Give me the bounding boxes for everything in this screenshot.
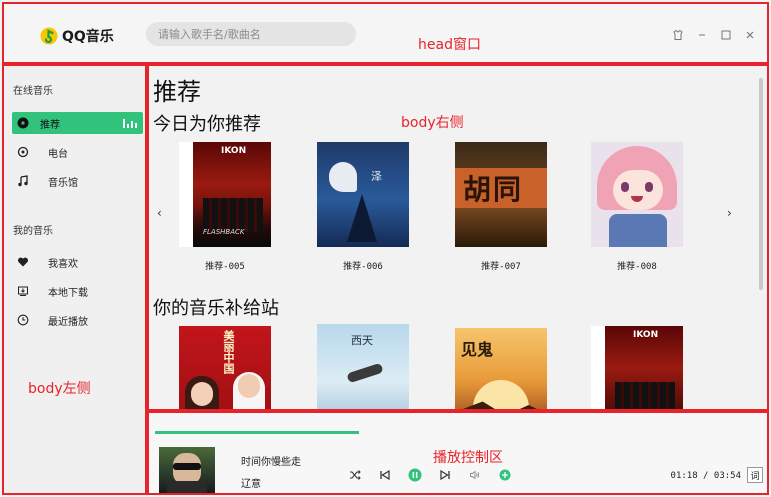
- album-label[interactable]: 推荐-008: [591, 259, 683, 272]
- progress-bar[interactable]: [155, 431, 359, 434]
- music-note-icon: [16, 174, 30, 188]
- sidebar-item-label: 音乐馆: [48, 177, 78, 189]
- album-card[interactable]: 美丽中国: [179, 326, 271, 409]
- playing-bars-icon: [123, 118, 137, 128]
- head-region-label: head窗口: [418, 37, 481, 53]
- album-cover[interactable]: [591, 142, 683, 247]
- cover-text: 胡同: [463, 173, 524, 206]
- sidebar-item-radio[interactable]: 电台: [12, 141, 143, 163]
- sidebar-item-recent[interactable]: 最近播放: [12, 309, 143, 331]
- sidebar-item-label: 我喜欢: [48, 258, 78, 270]
- sidebar-item-label: 推荐: [40, 119, 60, 131]
- logo-text: QQ音乐: [62, 29, 114, 45]
- album-label[interactable]: 推荐-006: [317, 259, 409, 272]
- section-title-today: 今日为你推荐: [153, 114, 261, 135]
- sidebar-item-favorites[interactable]: 我喜欢: [12, 251, 143, 273]
- record-icon: [16, 116, 30, 130]
- download-icon: [16, 284, 30, 298]
- cover-subtitle: FLASHBACK: [203, 228, 245, 236]
- cover-text: 泽: [371, 170, 382, 183]
- search-input[interactable]: [146, 22, 356, 46]
- sidebar: 在线音乐 推荐 电台 音乐馆 我的音乐 我喜欢 本地下载 最近播放 body左侧: [2, 64, 147, 495]
- now-playing-cover[interactable]: [159, 447, 215, 493]
- qq-music-logo-icon: [40, 27, 58, 45]
- scrollbar[interactable]: [759, 78, 763, 290]
- album-card[interactable]: 推荐-008: [591, 142, 683, 272]
- album-card[interactable]: 泽 推荐-006: [317, 142, 409, 272]
- sidebar-section-online: 在线音乐: [13, 86, 53, 97]
- album-cover[interactable]: 西天: [317, 324, 409, 409]
- lyrics-button[interactable]: 词: [747, 467, 763, 483]
- sidebar-region-label: body左侧: [28, 381, 91, 397]
- player-region-label: 播放控制区: [433, 450, 503, 466]
- album-cover[interactable]: 美丽中国: [179, 326, 271, 409]
- sidebar-item-music-hall[interactable]: 音乐馆: [12, 170, 143, 192]
- shuffle-icon[interactable]: [347, 467, 363, 483]
- sidebar-section-mine: 我的音乐: [13, 226, 53, 237]
- artist-name[interactable]: 辽意: [241, 475, 261, 490]
- heart-icon: [16, 255, 30, 269]
- album-label[interactable]: 推荐-007: [455, 259, 547, 272]
- album-cover[interactable]: IKON FLASHBACK: [179, 142, 271, 247]
- close-icon[interactable]: [743, 28, 757, 42]
- sidebar-item-downloads[interactable]: 本地下载: [12, 280, 143, 302]
- logo[interactable]: QQ音乐: [40, 26, 114, 46]
- pause-icon[interactable]: [407, 467, 423, 483]
- app-window: QQ音乐 head窗口 在线音乐 推荐: [0, 0, 771, 497]
- page-title: 推荐: [153, 78, 201, 106]
- next-icon[interactable]: [437, 467, 453, 483]
- radio-icon: [16, 145, 30, 159]
- sidebar-item-recommend[interactable]: 推荐: [12, 112, 143, 134]
- minimize-icon[interactable]: [695, 28, 709, 42]
- playback-time: 01:18 / 03:54: [670, 471, 741, 481]
- playback-controls: [347, 467, 513, 483]
- carousel-next-icon[interactable]: ›: [727, 206, 732, 220]
- album-card[interactable]: 见鬼: [455, 328, 547, 409]
- previous-icon[interactable]: [377, 467, 393, 483]
- add-icon[interactable]: [497, 467, 513, 483]
- header: QQ音乐 head窗口: [2, 2, 769, 64]
- album-cover[interactable]: 见鬼: [455, 328, 547, 409]
- main-content: 推荐 今日为你推荐 body右侧 ‹ › IKON FLASHBACK 推荐-0…: [147, 64, 769, 411]
- window-controls: [671, 28, 757, 42]
- clock-icon: [16, 313, 30, 327]
- section-title-supply: 你的音乐补给站: [153, 298, 279, 319]
- maximize-icon[interactable]: [719, 28, 733, 42]
- cover-text: 见鬼: [461, 340, 494, 359]
- sidebar-item-label: 本地下载: [48, 287, 88, 299]
- album-card[interactable]: 胡同 推荐-007: [455, 142, 547, 272]
- main-region-label: body右侧: [401, 115, 464, 131]
- sidebar-item-label: 电台: [48, 148, 68, 160]
- album-card[interactable]: 西天: [317, 324, 409, 409]
- album-cover[interactable]: IKON: [591, 326, 683, 409]
- sidebar-item-label: 最近播放: [48, 316, 88, 328]
- carousel-prev-icon[interactable]: ‹: [157, 206, 162, 220]
- album-cover[interactable]: 泽: [317, 142, 409, 247]
- album-card[interactable]: IKON FLASHBACK 推荐-005: [179, 142, 271, 272]
- cover-text: 美丽中国: [222, 330, 235, 374]
- cover-text: IKON: [221, 146, 247, 156]
- song-title[interactable]: 时间你慢些走: [241, 453, 301, 468]
- cover-text: 西天: [351, 334, 373, 347]
- player-bar: 时间你慢些走 辽意 播放控制区 01:18 / 03:54 词: [147, 411, 769, 495]
- album-card[interactable]: IKON: [591, 326, 683, 409]
- cover-text: IKON: [633, 330, 659, 340]
- skin-icon[interactable]: [671, 28, 685, 42]
- album-cover[interactable]: 胡同: [455, 142, 547, 247]
- album-label[interactable]: 推荐-005: [179, 259, 271, 272]
- volume-icon[interactable]: [467, 467, 483, 483]
